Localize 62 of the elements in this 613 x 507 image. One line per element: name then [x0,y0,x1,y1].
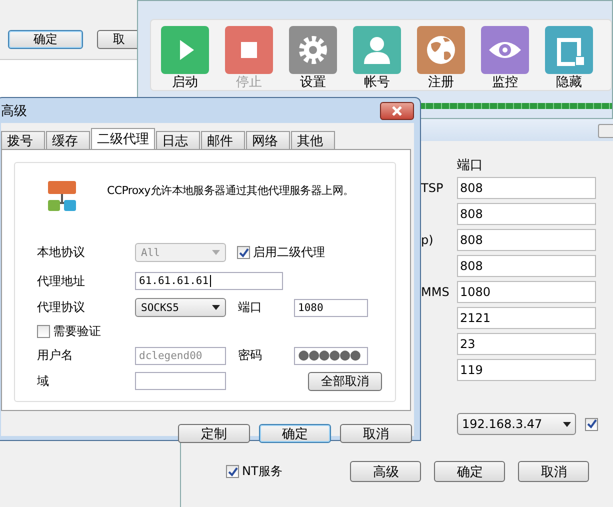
protocol-dropdown[interactable]: SOCKS5 [135,298,226,317]
protocol-label: p) [421,233,434,247]
dialog-button[interactable]: 取消 [340,424,412,443]
network-icon [45,179,79,213]
ip-dropdown[interactable]: 192.168.3.47 [457,413,576,435]
text-cursor [210,275,211,287]
description-text: CCProxy允许本地服务器通过其他代理服务器上网。 [107,183,354,199]
field-label: 代理地址 [37,272,86,290]
dialog-button[interactable]: 取消 [518,461,590,482]
field-label: 本地协议 [37,244,86,261]
checkbox[interactable] [237,246,250,259]
port-field[interactable]: 2121 [457,307,596,329]
port-field[interactable]: 808 [457,177,596,199]
field-label: 端口 [237,299,263,316]
toolbar-button[interactable]: 监控 [481,26,529,90]
port-field[interactable]: 1080 [294,298,368,316]
tab[interactable]: 日志 [156,131,200,149]
checkbox-label: NT服务 [242,463,282,480]
port-field[interactable]: 1080 [457,281,596,303]
address-field[interactable]: 61.61.61.61 [135,272,283,290]
toolbar-button[interactable]: 注册 [417,26,465,90]
window-title: 高级 [1,102,27,120]
clear-all-button[interactable]: 全部取消 [308,372,382,390]
checkbox[interactable] [226,465,239,478]
domain-field[interactable] [135,372,226,390]
dialog-button[interactable]: 确定 [8,30,83,49]
port-field[interactable]: 808 [457,255,596,277]
dropdown-arrow-icon [212,305,220,310]
dropdown-arrow-icon [212,250,220,255]
dropdown-arrow-icon [563,422,571,426]
port-field[interactable]: 23 [457,333,596,355]
checkbox[interactable] [37,325,50,338]
tab[interactable]: 网络 [246,131,290,149]
port-field[interactable]: 119 [457,359,596,381]
toolbar-button[interactable]: 帐号 [353,26,401,90]
protocol-label: MMS [421,285,450,299]
dialog-button[interactable]: 确定 [259,424,331,443]
protocol-label: TSP [421,181,444,195]
tab[interactable]: 缓存 [46,131,90,149]
field-label: 用户名 [37,347,74,364]
field-label: 域 [37,372,50,390]
tab[interactable]: 其他 [291,131,335,149]
column-header: 端口 [457,159,484,173]
password-field[interactable]: ●●●●●● [294,346,368,364]
field-label: 代理协议 [37,299,86,316]
tab[interactable]: 拨号 [1,131,45,149]
field-label: 密码 [237,347,263,364]
checkbox-label: 启用二级代理 [253,244,325,261]
checkbox[interactable] [585,418,598,430]
tab[interactable]: 二级代理 [91,128,155,149]
dialog-button[interactable]: 定制 [178,424,250,443]
toolbar-button[interactable]: 设置 [289,26,337,90]
dialog-button[interactable]: 确定 [434,461,506,482]
tab[interactable]: 邮件 [201,131,245,149]
close-icon [391,106,403,116]
port-field[interactable]: 808 [457,229,596,251]
toolbar-button[interactable]: 启动 [161,26,209,90]
dialog-button[interactable]: 高级 [350,461,422,482]
toolbar-button[interactable]: 隐藏 [545,26,593,90]
close-button[interactable] [380,102,414,120]
port-field[interactable]: 808 [457,203,596,225]
checkbox-label: 需要验证 [53,323,101,340]
